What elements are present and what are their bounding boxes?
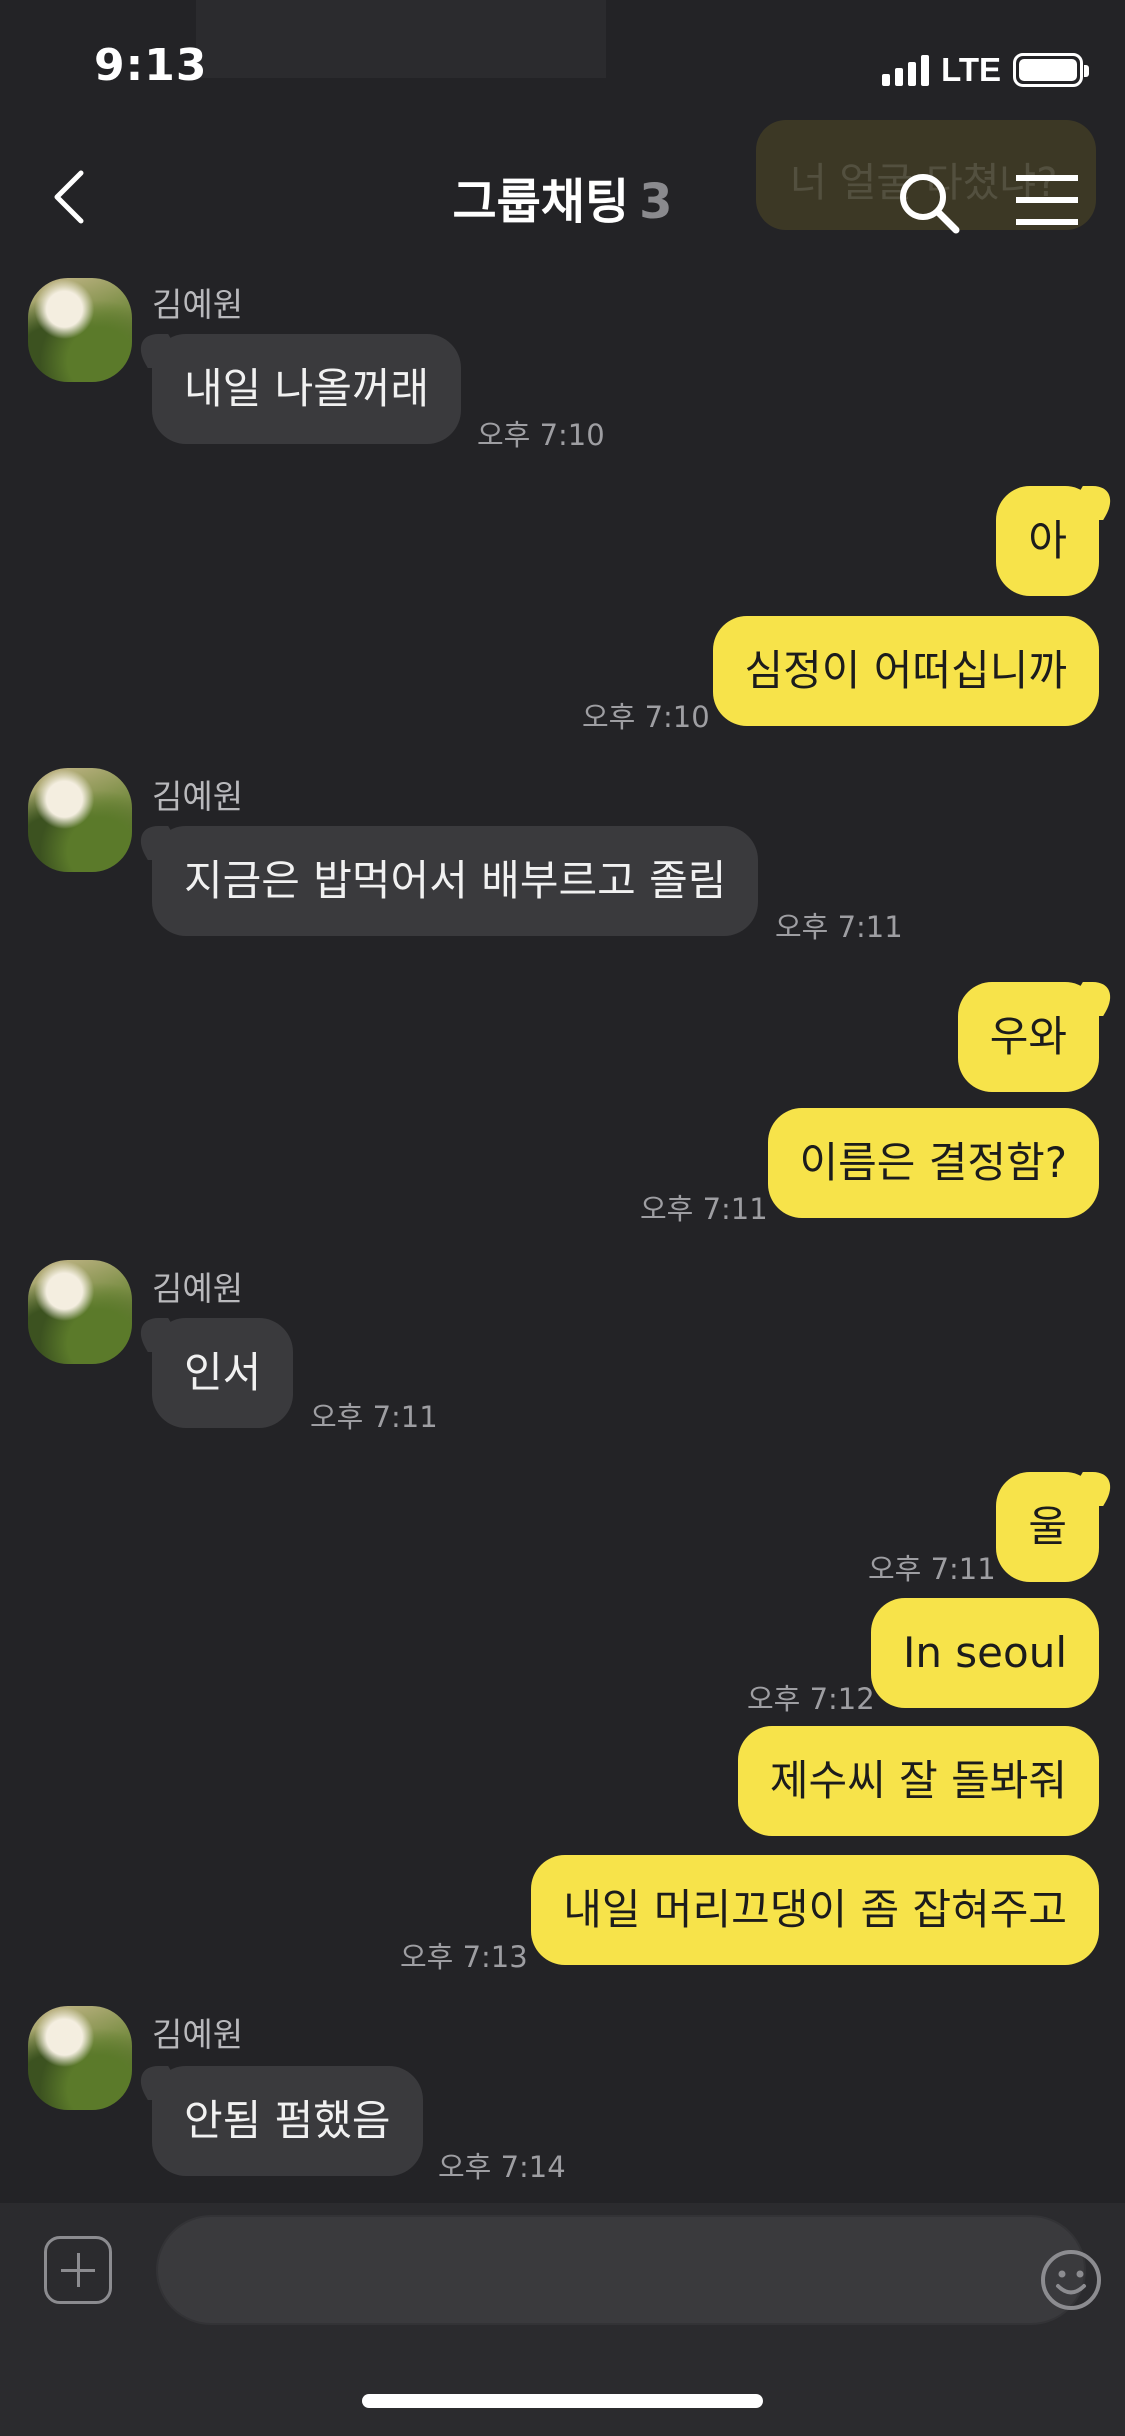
cellular-signal-icon bbox=[882, 54, 930, 86]
sender-name: 김예원 bbox=[152, 1269, 244, 1308]
incoming-message[interactable]: 인서 bbox=[152, 1318, 294, 1428]
message-time: 오후 7:11 bbox=[868, 1552, 996, 1586]
message-input[interactable]: # bbox=[156, 2215, 1101, 2325]
sender-name: 김예원 bbox=[152, 285, 244, 324]
outgoing-message[interactable]: 내일 머리끄댕이 좀 잡혀주고 bbox=[531, 1855, 1099, 1965]
incoming-message[interactable]: 내일 나올꺼래 bbox=[152, 334, 462, 444]
battery-icon bbox=[1013, 53, 1089, 87]
message-time: 오후 7:14 bbox=[438, 2150, 566, 2184]
sender-name: 김예원 bbox=[152, 2015, 244, 2054]
plus-icon[interactable] bbox=[44, 2236, 112, 2304]
message-time: 오후 7:11 bbox=[310, 1400, 438, 1434]
outgoing-message[interactable]: 심정이 어떠십니까 bbox=[712, 616, 1099, 726]
message-time: 오후 7:10 bbox=[582, 700, 710, 734]
incoming-message[interactable]: 지금은 밥먹어서 배부르고 졸림 bbox=[152, 826, 759, 936]
outgoing-message[interactable]: 이름은 결정함? bbox=[767, 1108, 1099, 1218]
sender-name: 김예원 bbox=[152, 777, 244, 816]
menu-button[interactable] bbox=[1012, 170, 1082, 232]
smiley-icon[interactable] bbox=[1038, 2247, 1104, 2313]
home-indicator bbox=[362, 2394, 763, 2408]
outgoing-message[interactable]: 아 bbox=[996, 486, 1099, 596]
search-icon bbox=[900, 174, 960, 234]
member-count: 3 bbox=[639, 174, 673, 230]
message-time: 오후 7:11 bbox=[640, 1192, 768, 1226]
message-time: 오후 7:11 bbox=[775, 910, 903, 944]
incoming-message[interactable]: 안됨 펌했음 bbox=[152, 2066, 423, 2176]
message-time: 오후 7:13 bbox=[400, 1940, 528, 1974]
chat-title-text: 그룹채팅 bbox=[452, 174, 630, 230]
message-input-bar: # bbox=[0, 2203, 1125, 2436]
hamburger-menu-icon bbox=[1016, 175, 1078, 225]
chat-header: 그룹채팅 3 bbox=[0, 130, 1125, 265]
outgoing-message[interactable]: In seoul bbox=[870, 1598, 1099, 1708]
outgoing-message[interactable]: 제수씨 잘 돌봐줘 bbox=[737, 1726, 1099, 1836]
outgoing-message[interactable]: 우와 bbox=[957, 982, 1099, 1092]
status-bar: 9:13 LTE bbox=[0, 0, 1125, 130]
network-type: LTE bbox=[941, 51, 1001, 88]
status-indicators: LTE bbox=[882, 50, 1089, 90]
avatar[interactable] bbox=[28, 768, 132, 872]
avatar[interactable] bbox=[28, 278, 132, 382]
search-button[interactable] bbox=[894, 168, 964, 238]
avatar[interactable] bbox=[28, 1260, 132, 1364]
outgoing-message[interactable]: 울 bbox=[996, 1472, 1099, 1582]
status-time: 9:13 bbox=[94, 40, 208, 91]
avatar[interactable] bbox=[28, 2006, 132, 2110]
message-time: 오후 7:12 bbox=[747, 1682, 875, 1716]
message-time: 오후 7:10 bbox=[477, 418, 605, 452]
chat-screen: 너 얼굴 다쳤냐? 9:13 LTE 그룹채팅 3 김예원 내일 나올꺼래 오후… bbox=[0, 0, 1125, 2436]
